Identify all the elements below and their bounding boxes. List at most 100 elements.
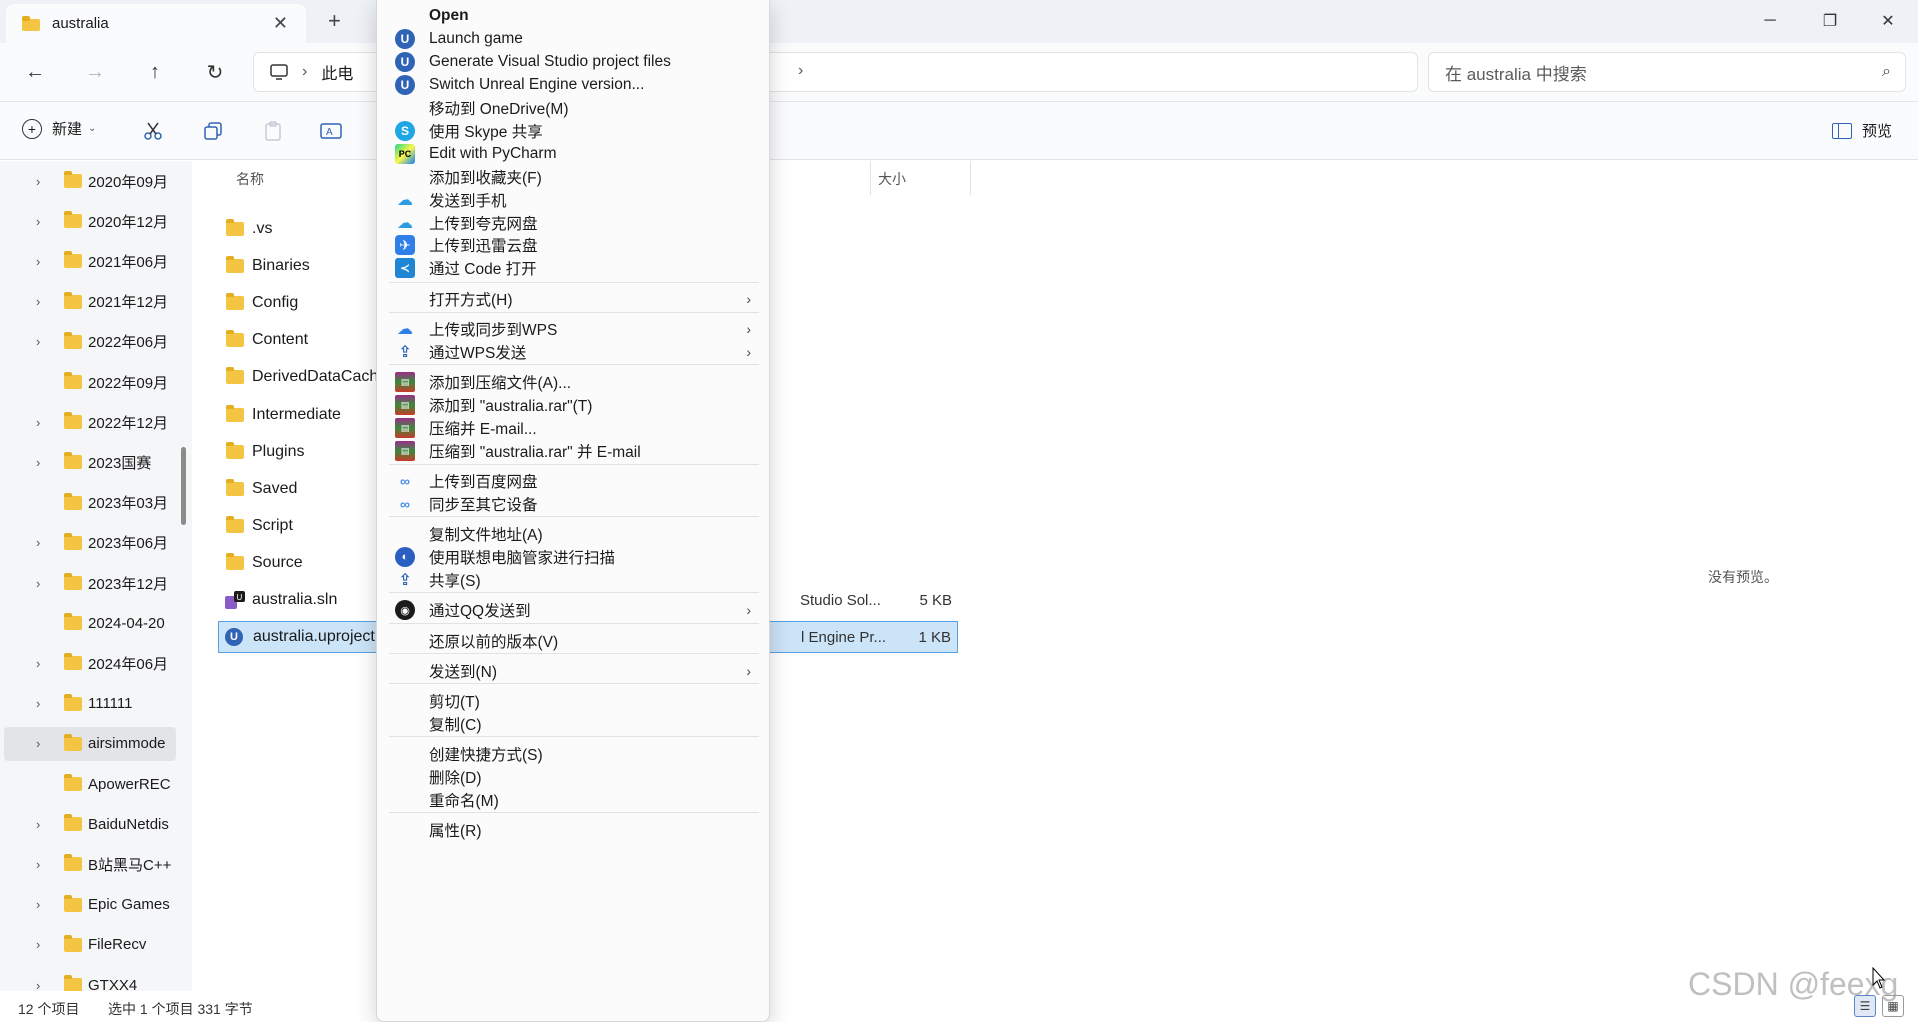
sidebar-scrollbar[interactable]: [181, 447, 186, 525]
solution-file-icon: U: [225, 591, 245, 609]
sidebar-item[interactable]: › 2023年12月: [0, 566, 176, 600]
share-icon: ⇪: [398, 572, 412, 589]
search-input[interactable]: 在 australia 中搜索 ⌕: [1428, 52, 1906, 92]
menu-item[interactable]: 属性(R): [383, 816, 763, 844]
sidebar-item[interactable]: 2023年03月: [0, 486, 176, 520]
chevron-right-icon[interactable]: ›: [36, 736, 40, 751]
menu-item[interactable]: ◉ 通过QQ发送到 ›: [383, 596, 763, 624]
sidebar-item-label: BaiduNetdis: [88, 815, 169, 833]
unreal-engine-icon: U: [395, 52, 415, 72]
lenovo-shield-icon: ◐: [395, 547, 415, 567]
refresh-button[interactable]: ↻: [198, 57, 232, 87]
sidebar-item-label: 2023年12月: [88, 575, 169, 593]
chevron-right-icon[interactable]: ›: [36, 817, 40, 832]
chevron-right-icon[interactable]: ›: [36, 294, 40, 309]
folder-icon: [64, 452, 82, 470]
menu-item[interactable]: 还原以前的版本(V): [383, 627, 763, 655]
cut-icon[interactable]: [140, 118, 166, 144]
chevron-right-icon[interactable]: ›: [36, 455, 40, 470]
new-button[interactable]: + 新建 ⌄: [22, 118, 96, 139]
chevron-right-icon[interactable]: ›: [36, 978, 40, 992]
folder-icon: [64, 894, 82, 912]
column-header-size[interactable]: 大小: [878, 169, 906, 189]
file-size: 5 KB: [919, 591, 952, 609]
sidebar-item[interactable]: › 2022年06月: [0, 325, 176, 359]
menu-item-label: 重命名(M): [429, 793, 499, 810]
column-divider[interactable]: [970, 161, 971, 195]
sidebar-item[interactable]: › 2023年06月: [0, 526, 176, 560]
new-tab-button[interactable]: +: [328, 8, 341, 34]
column-divider[interactable]: [870, 161, 871, 195]
chevron-right-icon[interactable]: ›: [36, 576, 40, 591]
menu-item[interactable]: 复制(C): [383, 710, 763, 738]
chevron-right-icon[interactable]: ›: [36, 174, 40, 189]
sidebar-item[interactable]: 2022年09月: [0, 365, 176, 399]
chevron-right-icon[interactable]: ›: [36, 897, 40, 912]
sidebar-item[interactable]: › 111111: [0, 687, 176, 721]
sidebar-item-label: 2020年12月: [88, 213, 169, 231]
menu-item[interactable]: ⇪ 通过WPS发送 ›: [383, 338, 763, 366]
sidebar-item[interactable]: › 2020年09月: [0, 164, 176, 198]
search-icon[interactable]: ⌕: [1882, 63, 1891, 81]
column-header-name[interactable]: 名称: [236, 169, 264, 189]
chevron-right-icon: ›: [746, 291, 751, 307]
sidebar-item[interactable]: › 2021年12月: [0, 285, 176, 319]
preview-button[interactable]: 预览: [1831, 120, 1892, 141]
status-bar: 12 个项目 选中 1 个项目 331 字节 ☰ ▦: [0, 991, 1918, 1022]
rename-icon[interactable]: A: [318, 118, 344, 144]
menu-item[interactable]: 打开方式(H) ›: [383, 285, 763, 313]
sidebar-item[interactable]: › 2021年06月: [0, 244, 176, 278]
tab-close-icon[interactable]: ✕: [273, 13, 288, 34]
sidebar-item-label: 2022年12月: [88, 414, 169, 432]
back-button[interactable]: ←: [18, 57, 52, 87]
chevron-right-icon[interactable]: ›: [36, 415, 40, 430]
sidebar-item[interactable]: › 2024年06月: [0, 646, 176, 680]
sidebar-item[interactable]: › BaiduNetdis: [0, 807, 176, 841]
sidebar-item[interactable]: ApowerREC: [0, 767, 176, 801]
tab-australia[interactable]: australia ✕: [6, 4, 306, 43]
breadcrumb-root[interactable]: 此电: [321, 60, 353, 84]
chevron-right-icon[interactable]: ›: [36, 214, 40, 229]
minimize-button[interactable]: ─: [1750, 6, 1790, 36]
chevron-right-icon[interactable]: ›: [36, 937, 40, 952]
sidebar-item-label: 2023年03月: [88, 495, 169, 513]
up-button[interactable]: ↑: [138, 57, 172, 87]
folder-icon: [226, 404, 244, 422]
menu-separator: [389, 812, 759, 813]
chevron-down-icon: ⌄: [88, 123, 97, 134]
sidebar-item[interactable]: › 2020年12月: [0, 204, 176, 238]
chevron-right-icon[interactable]: ›: [36, 857, 40, 872]
menu-item[interactable]: ▤ 压缩到 "australia.rar" 并 E-mail: [383, 437, 763, 465]
sidebar-item[interactable]: › 2023国赛: [0, 445, 176, 479]
sidebar-item-label: airsimmode: [88, 735, 166, 753]
menu-item[interactable]: ⇪ 共享(S): [383, 566, 763, 594]
close-button[interactable]: ✕: [1868, 6, 1908, 36]
sidebar-item-label: Epic Games: [88, 896, 170, 914]
forward-button[interactable]: →: [78, 57, 112, 87]
sidebar-item[interactable]: › FileRecv: [0, 928, 176, 962]
paste-icon[interactable]: [260, 118, 286, 144]
chevron-right-icon[interactable]: ›: [36, 696, 40, 711]
sidebar-item[interactable]: › airsimmode: [4, 726, 176, 761]
sidebar-item[interactable]: › 2022年12月: [0, 405, 176, 439]
navigation-bar: ← → ↑ ↻ › 此电 a › 在 australia 中搜索 ⌕: [0, 43, 1918, 102]
folder-icon: [64, 814, 82, 832]
folder-icon: [64, 492, 82, 510]
copy-icon[interactable]: [200, 118, 226, 144]
maximize-button[interactable]: ❐: [1810, 6, 1850, 36]
selection-info: 选中 1 个项目 331 字节: [108, 1001, 253, 1017]
sidebar-item[interactable]: › GTXX4: [0, 968, 176, 991]
sidebar-item[interactable]: › Epic Games: [0, 888, 176, 922]
chevron-right-icon[interactable]: ›: [36, 656, 40, 671]
menu-item[interactable]: ≺ 通过 Code 打开: [383, 254, 763, 282]
sidebar-item[interactable]: › B站黑马C++: [0, 847, 176, 881]
menu-item[interactable]: ∞ 同步至其它设备: [383, 490, 763, 518]
menu-item[interactable]: 重命名(M): [383, 786, 763, 814]
chevron-right-icon[interactable]: ›: [36, 334, 40, 349]
sidebar-item[interactable]: 2024-04-20: [0, 606, 176, 640]
chevron-right-icon[interactable]: ›: [36, 535, 40, 550]
menu-item[interactable]: 发送到(N) ›: [383, 657, 763, 685]
breadcrumb-separator[interactable]: ›: [798, 62, 803, 80]
sidebar-item-label: 2023国赛: [88, 454, 152, 472]
chevron-right-icon[interactable]: ›: [36, 254, 40, 269]
